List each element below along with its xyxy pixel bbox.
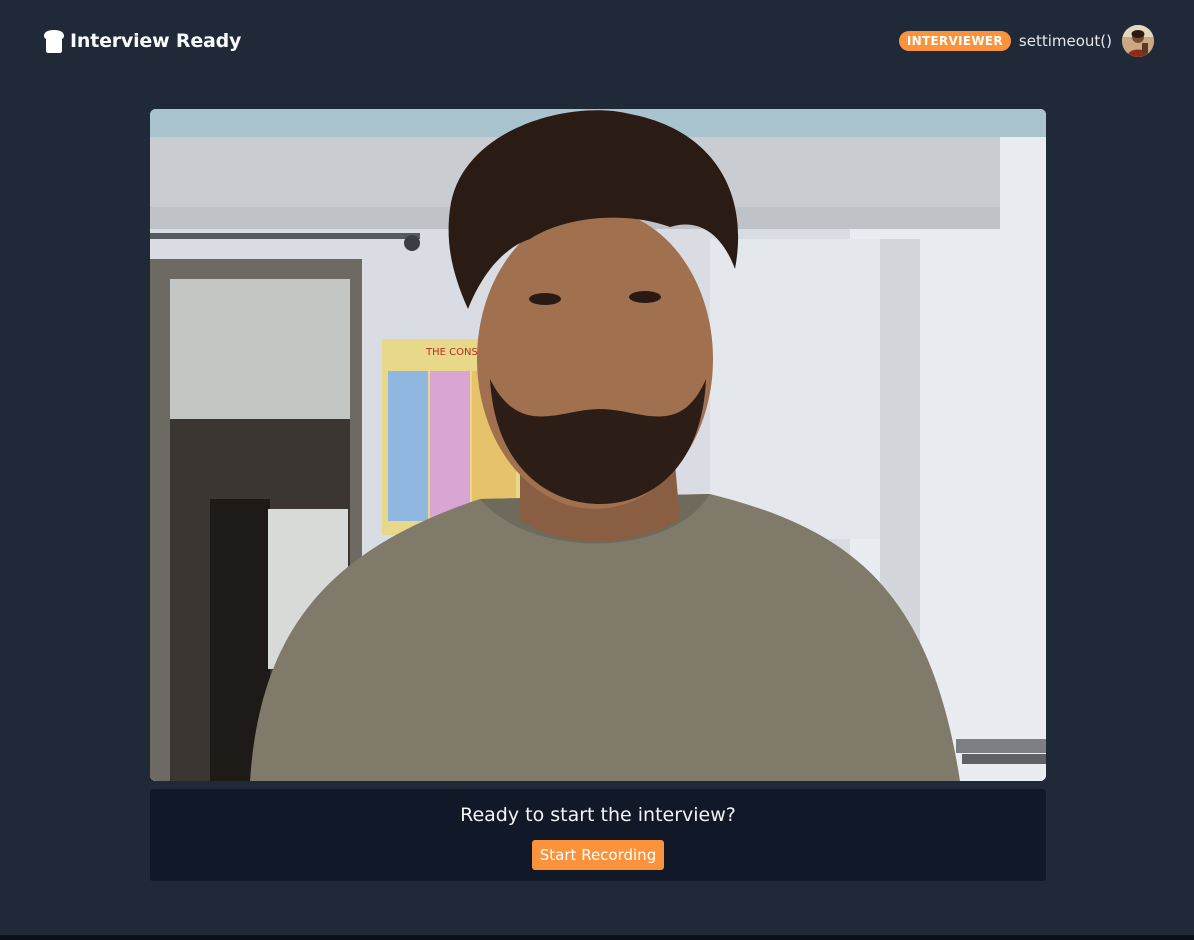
brand-link[interactable]: Interview Ready (40, 27, 241, 55)
interview-start-panel: Ready to start the interview? Start Reco… (150, 789, 1046, 881)
top-header: Interview Ready INTERVIEWER settimeout() (0, 0, 1194, 82)
start-recording-button[interactable]: Start Recording (531, 840, 665, 870)
role-badge: INTERVIEWER (898, 31, 1011, 51)
bottom-edge (0, 935, 1194, 940)
webcam-feed: THE CONS (150, 109, 1046, 781)
user-avatar[interactable] (1122, 25, 1154, 57)
app-root: Interview Ready INTERVIEWER settimeout() (0, 0, 1194, 940)
webcam-preview: THE CONS (150, 109, 1046, 781)
brand-title: Interview Ready (70, 30, 242, 52)
prompt-text: Ready to start the interview? (460, 804, 736, 826)
user-area: INTERVIEWER settimeout() (898, 25, 1154, 57)
bread-slice-icon (40, 27, 68, 55)
svg-text:THE CONS: THE CONS (425, 347, 478, 358)
username: settimeout() (1018, 32, 1112, 50)
